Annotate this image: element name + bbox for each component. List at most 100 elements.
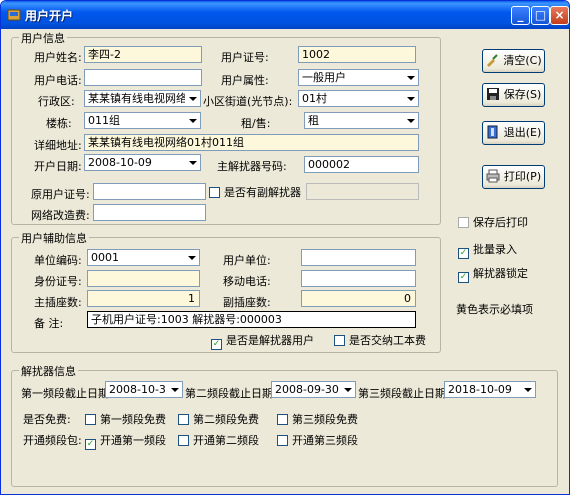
chevron-down-icon[interactable] — [185, 155, 200, 170]
descrambler-lock-checkbox[interactable]: ✓ 解扰器锁定 — [458, 267, 528, 283]
user-account-window: 用户开户 _ □ × 用户信息 用户姓名: 李四-2 用户证号: 1002 用户… — [0, 0, 570, 495]
checkbox-box[interactable] — [277, 435, 288, 446]
address-label: 详细地址: — [34, 139, 82, 152]
checkbox-box[interactable] — [209, 187, 220, 198]
maximize-button[interactable]: □ — [531, 6, 550, 25]
checkbox-box[interactable]: ✓ — [85, 439, 96, 450]
save-button[interactable]: 保存(S) — [482, 83, 545, 107]
paid-fee-checkbox[interactable]: 是否交纳工本费 — [334, 334, 426, 348]
title-bar[interactable]: 用户开户 _ □ × — [1, 1, 569, 29]
name-label: 用户姓名: — [34, 51, 82, 64]
checkbox-box[interactable] — [277, 414, 288, 425]
exit-button[interactable]: 退出(E) — [482, 121, 545, 145]
descrambler-input[interactable]: 000002 — [304, 156, 419, 173]
chevron-down-icon[interactable] — [167, 382, 182, 397]
chevron-down-icon[interactable] — [340, 382, 355, 397]
band1-date-picker[interactable]: 2008-10-31 — [105, 381, 183, 398]
phone-label: 用户电话: — [34, 74, 82, 87]
free-band2-checkbox[interactable]: 第二频段免费 — [178, 413, 259, 427]
band2-label: 第二频段截止日期: — [185, 387, 277, 400]
attr-label: 用户属性: — [221, 74, 269, 87]
chevron-down-icon[interactable] — [185, 113, 200, 128]
band3-date-picker[interactable]: 2018-10-09 — [444, 381, 536, 398]
chevron-down-icon[interactable] — [403, 113, 418, 128]
sub-descrambler-checkbox[interactable]: 是否有副解扰器 — [209, 186, 301, 200]
band3-label: 第三频段截止日期: — [358, 387, 450, 400]
checkbox-box[interactable]: ✓ — [458, 248, 469, 259]
chevron-down-icon[interactable] — [520, 382, 535, 397]
unit-label: 用户单位: — [223, 254, 271, 267]
clear-button[interactable]: 清空(C) — [482, 49, 545, 73]
user-info-legend: 用户信息 — [19, 30, 67, 46]
batch-entry-checkbox[interactable]: ✓ 批量录入 — [458, 243, 517, 259]
cert-input[interactable]: 1002 — [298, 46, 416, 63]
checkbox-box[interactable] — [458, 217, 469, 228]
free-band1-checkbox[interactable]: 第一频段免费 — [85, 413, 166, 427]
phone-input[interactable] — [84, 69, 202, 86]
free-band3-label: 第三频段免费 — [292, 413, 358, 426]
checkbox-box[interactable]: ✓ — [211, 339, 222, 350]
cert-label: 用户证号: — [221, 51, 269, 64]
open-band2-label: 开通第二频段 — [193, 434, 259, 447]
unit-code-select[interactable]: 0001 — [87, 249, 200, 266]
print-after-save-checkbox[interactable]: 保存后打印 — [458, 216, 528, 230]
sub-descrambler-input — [306, 183, 419, 200]
band2-date-picker[interactable]: 2008-09-30 — [271, 381, 356, 398]
descrambler-label: 主解扰器号码: — [217, 160, 287, 173]
network-fee-input[interactable] — [93, 204, 206, 221]
name-input[interactable]: 李四-2 — [84, 46, 202, 63]
attr-select[interactable]: 一般用户 — [298, 69, 419, 86]
open-band1-label: 开通第一频段 — [100, 434, 166, 447]
mobile-input[interactable] — [301, 270, 416, 287]
print-button[interactable]: 打印(P) — [482, 165, 545, 189]
checkbox-box[interactable]: ✓ — [458, 272, 469, 283]
sub-descrambler-label: 是否有副解扰器 — [224, 186, 301, 199]
print-after-save-label: 保存后打印 — [473, 216, 528, 229]
chevron-down-icon[interactable] — [185, 91, 200, 106]
open-date-picker[interactable]: 2008-10-09 — [84, 154, 201, 171]
id-input[interactable] — [87, 270, 200, 287]
window-title: 用户开户 — [25, 9, 74, 23]
rent-select[interactable]: 租 — [304, 112, 419, 129]
main-sockets-input[interactable]: 1 — [87, 290, 200, 307]
free-band2-label: 第二频段免费 — [193, 413, 259, 426]
building-label: 楼栋: — [46, 117, 72, 130]
exit-door-icon — [487, 125, 498, 139]
orig-cert-label: 原用户证号: — [31, 188, 90, 201]
attr-value: 一般用户 — [302, 71, 346, 84]
checkbox-box[interactable] — [178, 414, 189, 425]
checkbox-box[interactable] — [85, 414, 96, 425]
building-select[interactable]: 011组 — [84, 112, 201, 129]
free-label: 是否免费: — [23, 413, 71, 426]
address-input[interactable]: 某某镇有线电视网络01村011组 — [84, 134, 419, 151]
paid-fee-label: 是否交纳工本费 — [349, 334, 426, 347]
band1-label: 第一频段截止日期: — [21, 387, 113, 400]
remark-label: 备 注: — [34, 317, 64, 330]
descrambler-lock-label: 解扰器锁定 — [473, 267, 528, 280]
chevron-down-icon[interactable] — [403, 91, 418, 106]
open-band2-checkbox[interactable]: 开通第二频段 — [178, 434, 259, 448]
network-fee-label: 网络改造费: — [31, 209, 90, 222]
clear-label: 清空(C) — [503, 54, 542, 67]
open-band3-checkbox[interactable]: 开通第三频段 — [277, 434, 358, 448]
is-descrambler-user-label: 是否是解扰器用户 — [226, 334, 314, 347]
band1-value: 2008-10-31 — [109, 383, 173, 396]
open-band1-checkbox[interactable]: ✓ 开通第一频段 — [85, 434, 166, 450]
street-select[interactable]: 01村 — [298, 90, 419, 107]
chevron-down-icon[interactable] — [184, 250, 199, 265]
open-date-value: 2008-10-09 — [88, 156, 152, 169]
checkbox-box[interactable] — [334, 335, 345, 346]
band3-value: 2018-10-09 — [448, 383, 512, 396]
chevron-down-icon[interactable] — [403, 70, 418, 85]
minimize-button[interactable]: _ — [511, 6, 530, 25]
free-band3-checkbox[interactable]: 第三频段免费 — [277, 413, 358, 427]
orig-cert-input[interactable] — [93, 183, 206, 200]
is-descrambler-user-checkbox[interactable]: ✓ 是否是解扰器用户 — [211, 334, 314, 350]
remark-input[interactable]: 子机用户证号:1003 解扰器号:000003 — [87, 311, 416, 328]
district-select[interactable]: 某某镇有线电视网络 — [84, 90, 201, 107]
unit-input[interactable] — [301, 249, 416, 266]
checkbox-box[interactable] — [178, 435, 189, 446]
district-label: 行政区: — [38, 95, 75, 108]
close-button[interactable]: × — [550, 6, 569, 25]
sub-sockets-input[interactable]: 0 — [301, 290, 416, 307]
